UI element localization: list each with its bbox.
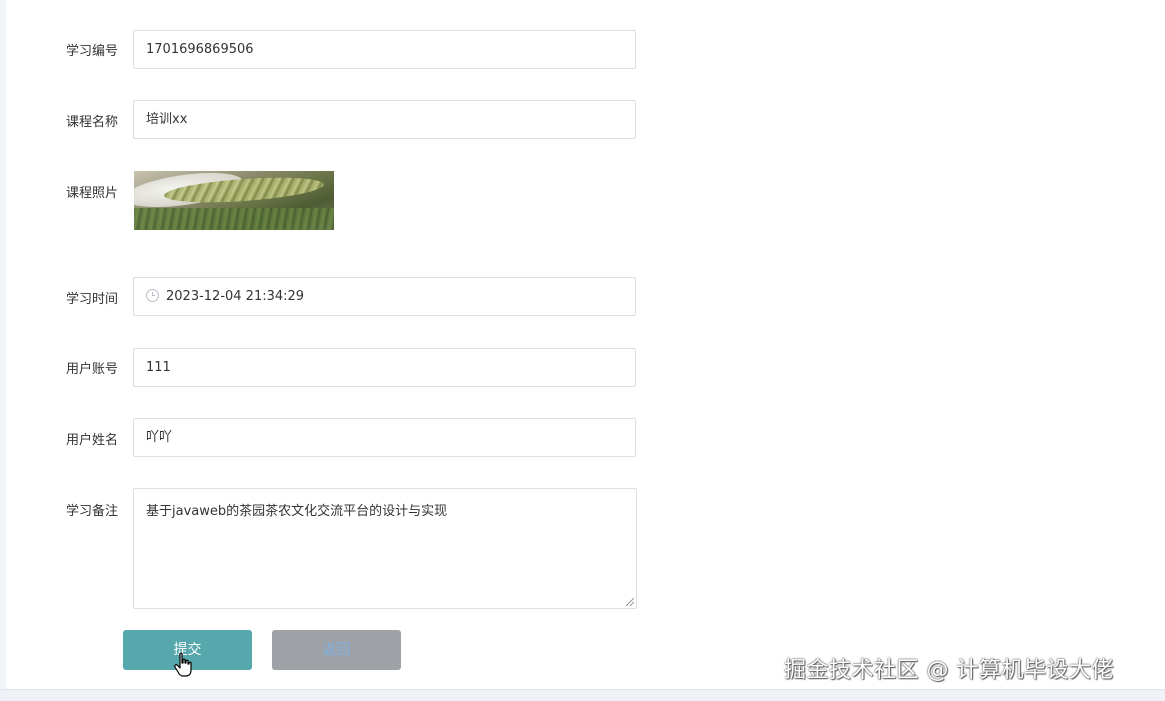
study-id-label: 学习编号 (66, 44, 119, 59)
left-edge-strip (0, 0, 6, 701)
study-time-label: 学习时间 (66, 292, 119, 307)
user-name-input[interactable]: 吖吖 (133, 418, 636, 457)
course-name-value: 培训xx (146, 112, 188, 127)
study-note-label: 学习备注 (66, 504, 119, 519)
study-id-value: 1701696869506 (146, 42, 254, 57)
bottom-bar (0, 689, 1165, 701)
edit-study-record-page: 学习编号 1701696869506 课程名称 培训xx 课程照片 学习时间 2… (0, 0, 1165, 701)
back-button[interactable]: 返回 (272, 630, 401, 670)
course-name-input[interactable]: 培训xx (133, 100, 636, 139)
user-account-label: 用户账号 (66, 362, 119, 377)
study-id-input[interactable]: 1701696869506 (133, 30, 636, 69)
course-photo-image[interactable] (134, 171, 334, 230)
course-photo-label: 课程照片 (66, 186, 119, 201)
study-time-value: 2023-12-04 21:34:29 (166, 289, 305, 304)
study-time-picker[interactable]: 2023-12-04 21:34:29 (133, 277, 636, 316)
course-name-label: 课程名称 (66, 115, 119, 130)
resize-handle-icon[interactable] (626, 598, 634, 606)
user-account-input[interactable]: 111 (133, 348, 636, 387)
clock-icon (146, 289, 159, 302)
study-note-value: 基于javaweb的茶园茶农文化交流平台的设计与实现 (146, 504, 448, 519)
watermark-text: 掘金技术社区 @ 计算机毕设大佬 (784, 658, 1114, 683)
user-name-value: 吖吖 (146, 430, 173, 445)
photo-leaves-background (134, 208, 334, 230)
study-note-textarea[interactable]: 基于javaweb的茶园茶农文化交流平台的设计与实现 (133, 488, 637, 609)
hand-pointer-icon (174, 652, 192, 677)
user-name-label: 用户姓名 (66, 433, 119, 448)
user-account-value: 111 (146, 360, 171, 375)
